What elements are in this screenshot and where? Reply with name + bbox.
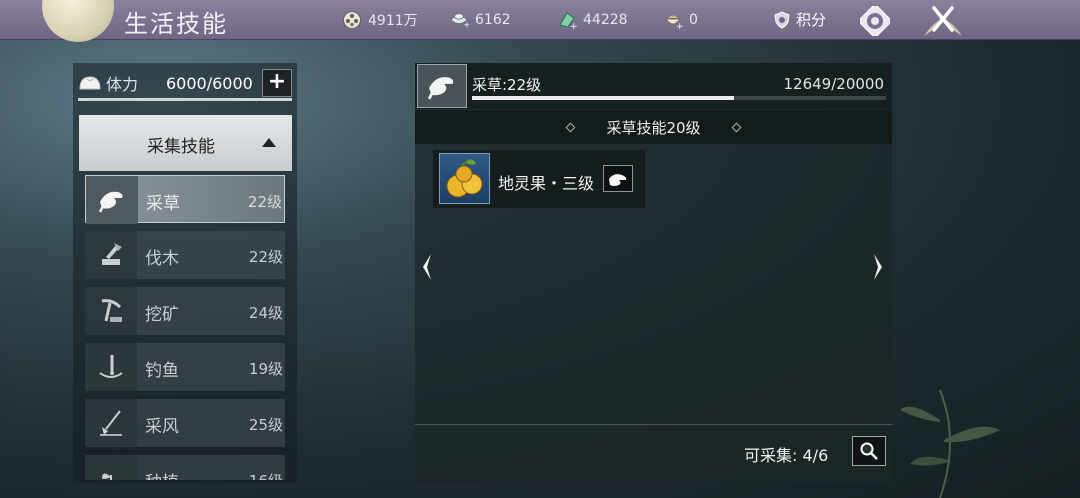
jade-icon: + [557,10,577,30]
score-label: 积分 [796,11,827,29]
search-icon [860,442,878,460]
skill-name: 挖矿 [145,305,179,325]
skill-name: 钓鱼 [145,361,179,381]
skill-level: 19级 [248,360,283,378]
silver-ingot-icon: + [449,10,469,30]
chevron-left-icon [423,254,431,280]
next-page-button[interactable] [872,252,886,282]
fishing-rod-icon [85,343,137,391]
stamina-divider [78,98,292,101]
exp-progress-fill [472,96,734,100]
skill-name: 种植 [145,468,179,480]
resource-coins: 4911万 [342,10,418,30]
skill-title: 采草:22级 [472,76,542,94]
prev-page-button[interactable] [419,252,433,282]
film-reel-icon [342,10,362,30]
plant-icon [85,455,137,480]
chevron-right-icon [874,254,882,280]
skill-exp: 12649/20000 [783,75,885,93]
stamina-label: 体力 [106,75,139,94]
chevron-up-icon [262,138,276,147]
resource-value: 6162 [475,12,511,28]
category-label: 采集技能 [147,137,215,157]
category-header[interactable]: 采集技能 [79,115,292,171]
tier-header: 采草技能20级 [415,110,892,144]
skill-level: 22级 [248,248,283,266]
svg-text:+: + [464,19,469,29]
hand-pick-icon [86,176,138,224]
skill-item-fishing[interactable]: 钓鱼 19级 [85,343,285,391]
collect-count: 可采集: 4/6 [744,442,828,466]
skill-name: 采草 [146,194,180,214]
skill-item-logging[interactable]: 伐木 22级 [85,231,285,279]
collect-value: 4/6 [802,446,829,465]
skill-item-planting[interactable]: 种植 16级 [85,455,285,480]
fruit-icon [439,153,490,204]
svg-text:+: + [676,22,683,30]
settings-button[interactable] [857,3,893,39]
skill-level: 25级 [248,416,283,434]
skill-list-overflow: 种植 16级 [85,455,285,480]
top-bar: 生活技能 4911万 + 6162 + 44228 + 0 积分 [0,0,1080,42]
gear-icon [857,3,893,39]
skill-item-gather-herb[interactable]: 采草 22级 [85,175,285,224]
page-title: 生活技能 [124,10,228,38]
search-button[interactable] [852,436,886,466]
resource-value: 4911万 [368,13,418,29]
footer-divider [415,424,892,425]
resource-bowl: + 0 [663,10,698,30]
skill-item-wind-collect[interactable]: 采风 25级 [85,399,285,447]
bamboo-decoration [900,389,1000,498]
skill-level: 16级 [249,470,283,480]
score-button[interactable]: 积分 [772,9,826,30]
skill-name: 伐木 [145,249,179,269]
diamond-icon [731,122,741,132]
moon-icon [42,0,114,42]
pickaxe-icon [85,287,137,335]
resource-value: 44228 [583,12,628,28]
resource-silver: + 6162 [449,10,511,30]
skill-level: 22级 [247,193,282,211]
add-stamina-button[interactable]: + [262,69,292,97]
stamina-bar: 体力 6000/6000 + [78,67,292,99]
axe-icon [85,231,137,279]
resource-value: 0 [689,12,698,28]
hand-pick-icon [427,77,454,100]
stamina-icon [78,73,102,93]
skill-item-mining[interactable]: 挖矿 24级 [85,287,285,335]
shield-icon [772,10,792,30]
diamond-icon [566,122,576,132]
close-button[interactable] [918,0,968,40]
collect-label: 可采集: [744,446,798,465]
tier-label: 采草技能20级 [606,118,701,137]
skill-name: 采风 [145,417,179,437]
bowl-icon: + [663,10,683,30]
wind-collect-icon [85,399,137,447]
stamina-value: 6000/6000 [166,73,253,93]
selected-skill-icon [417,64,467,108]
svg-text:+: + [570,22,577,30]
tool-hand-icon [603,165,633,192]
gather-item-card[interactable]: 地灵果・三级 [433,150,645,208]
close-icon [924,2,962,36]
exp-progress-bar [472,96,886,100]
resource-jade: + 44228 [557,10,628,30]
item-name: 地灵果・三级 [498,174,595,193]
skill-level: 24级 [248,304,283,322]
